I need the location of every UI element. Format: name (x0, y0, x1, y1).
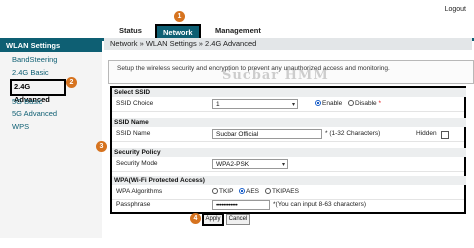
cancel-button[interactable]: Cancel (226, 214, 250, 225)
chevron-down-icon: ▾ (281, 162, 285, 168)
section-ssid-name: SSID Name (112, 118, 466, 127)
section-wpa: WPA(Wi-Fi Protected Access) (112, 176, 466, 185)
ssid-name-input[interactable]: Sucbar Official (212, 129, 322, 139)
radio-empty-icon (265, 188, 271, 195)
tab-management[interactable]: Management (215, 26, 261, 35)
hidden-label: Hidden (416, 130, 437, 137)
enable-radio[interactable]: Enable (315, 100, 342, 107)
security-mode-label: Security Mode (116, 160, 158, 167)
radio-empty-icon (212, 188, 218, 195)
sidebar-item-wps[interactable]: WPS (0, 121, 102, 134)
ssid-name-hint: * (1-32 Characters) (325, 130, 381, 137)
settings-panel: Select SSID SSID Choice 1 ▾ Enable Disab… (110, 86, 466, 214)
section-security-policy: Security Policy (112, 148, 466, 157)
passphrase-label: Passphrase (116, 201, 151, 208)
radio-selected-icon (315, 100, 321, 107)
row-ssid-name: SSID Name Sucbar Official * (1-32 Charac… (112, 128, 464, 142)
radio-empty-icon (348, 100, 354, 107)
section-select-ssid: Select SSID (112, 88, 466, 97)
row-passphrase: Passphrase •••••••••••• *(You can input … (112, 199, 464, 212)
sidebar: WLAN Settings BandSteering 2.4G Basic 2.… (0, 38, 102, 238)
sidebar-item-bandsteering[interactable]: BandSteering (0, 54, 102, 67)
alg-aes-radio[interactable]: AES (239, 188, 259, 195)
sidebar-title: WLAN Settings (0, 38, 102, 52)
step-badge-1: 1 (174, 11, 185, 22)
breadcrumb: Network » WLAN Settings » 2.4G Advanced (104, 38, 472, 50)
ssid-choice-select[interactable]: 1 ▾ (212, 99, 298, 109)
sidebar-item-24g-advanced[interactable]: 2.4G Advanced (10, 79, 66, 104)
chevron-down-icon: ▾ (291, 102, 295, 108)
ssid-choice-value: 1 (216, 101, 220, 108)
step-badge-3: 3 (96, 141, 107, 152)
wpa-algorithms-label: WPA Algorithms (116, 188, 163, 195)
ssid-name-label: SSID Name (116, 130, 151, 137)
tab-status[interactable]: Status (119, 26, 142, 35)
radio-selected-icon (239, 188, 245, 195)
alg-tkipaes-radio[interactable]: TKIPAES (265, 188, 299, 195)
passphrase-input[interactable]: •••••••••••• (212, 200, 270, 210)
ssid-choice-label: SSID Choice (116, 100, 154, 107)
disable-radio[interactable]: Disable * (348, 100, 381, 107)
sidebar-item-5g-advanced[interactable]: 5G Advanced (0, 108, 102, 121)
passphrase-hint: *(You can input 8-63 characters) (273, 201, 366, 208)
sidebar-item-24g-basic[interactable]: 2.4G Basic (0, 67, 102, 80)
row-ssid-choice: SSID Choice 1 ▾ Enable Disable * (112, 98, 464, 112)
sidebar-item-5g-basic[interactable]: 5G Basic (0, 96, 102, 109)
hidden-checkbox[interactable] (441, 131, 449, 139)
row-security-mode: Security Mode WPA2-PSK ▾ (112, 158, 464, 172)
row-wpa-algorithms: WPA Algorithms TKIP AES TKIPAES (112, 186, 464, 200)
logout-link[interactable]: Logout (445, 6, 466, 13)
security-mode-select[interactable]: WPA2-PSK ▾ (212, 159, 288, 169)
alg-tkip-radio[interactable]: TKIP (212, 188, 233, 195)
watermark-logo: Sucbar HMM (222, 68, 329, 83)
step-badge-4: 4 (190, 213, 201, 224)
apply-button[interactable]: Apply (202, 213, 224, 226)
step-badge-2: 2 (66, 77, 77, 88)
security-mode-value: WPA2-PSK (216, 161, 250, 168)
